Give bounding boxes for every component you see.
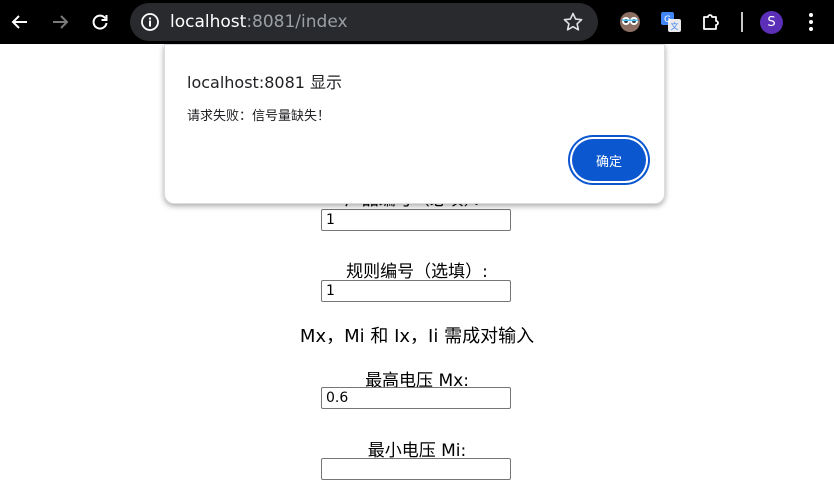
forward-arrow-icon[interactable]	[45, 7, 75, 37]
product-id-input[interactable]	[321, 209, 511, 231]
min-voltage-input[interactable]	[321, 458, 511, 480]
browser-toolbar: localhost:8081/index G文 S	[0, 0, 834, 44]
url-text: localhost:8081/index	[170, 3, 348, 41]
extensions-puzzle-icon[interactable]	[699, 10, 723, 34]
more-menu-icon[interactable]	[801, 10, 821, 34]
profile-avatar[interactable]: S	[760, 11, 783, 34]
dialog-title: localhost:8081 显示	[187, 73, 343, 92]
url-host: localhost	[170, 12, 247, 32]
translate-extension-icon[interactable]: G文	[659, 10, 683, 34]
alert-dialog: localhost:8081 显示 请求失败：信号量缺失！ 确定	[164, 44, 665, 204]
extension-owl-icon[interactable]	[618, 10, 642, 34]
max-voltage-input[interactable]	[321, 387, 511, 409]
ok-button[interactable]: 确定	[572, 139, 646, 181]
svg-text:文: 文	[671, 21, 679, 31]
rule-id-label: 规则编号（选填）:	[346, 262, 488, 282]
back-arrow-icon[interactable]	[5, 7, 35, 37]
pairing-note: Mx，Mi 和 Ix，Ii 需成对输入	[299, 326, 535, 347]
bookmark-star-icon[interactable]	[562, 11, 584, 33]
url-path: :8081/index	[246, 12, 348, 32]
dialog-message: 请求失败：信号量缺失！	[187, 109, 331, 124]
rule-id-input[interactable]	[321, 280, 511, 302]
reload-icon[interactable]	[85, 7, 115, 37]
address-bar[interactable]: localhost:8081/index	[130, 3, 598, 41]
toolbar-divider	[741, 12, 743, 32]
site-info-icon[interactable]	[138, 10, 162, 34]
